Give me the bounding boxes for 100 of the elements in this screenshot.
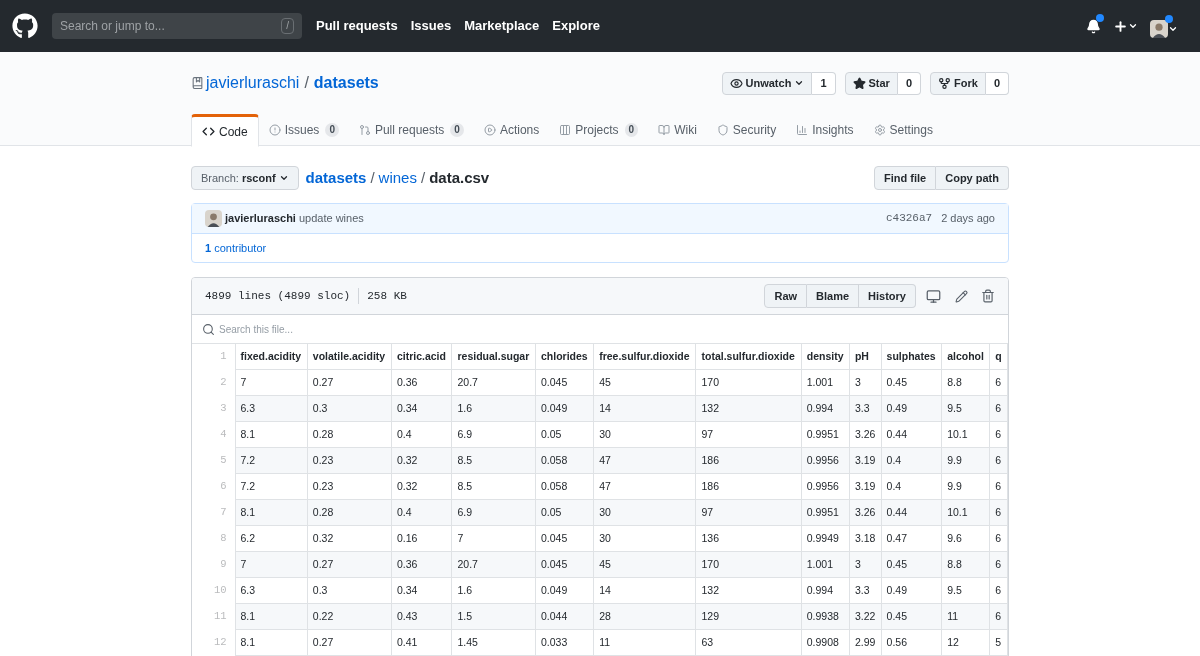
file-line-count: 4899 lines (4899 sloc) — [205, 288, 351, 304]
breadcrumb-link[interactable]: wines — [378, 166, 417, 190]
edit-icon[interactable] — [955, 289, 968, 303]
contributors-link[interactable]: 1 contributor — [205, 239, 267, 257]
star-icon — [852, 76, 866, 90]
nav-link[interactable]: Explore — [552, 16, 600, 36]
path-separator: / — [370, 167, 375, 188]
table-cell: 5 — [989, 629, 1008, 656]
column-header: chlorides — [535, 343, 594, 370]
repo-tab[interactable]: Wiki — [648, 114, 707, 146]
bell-icon — [1086, 18, 1101, 34]
file-search-field[interactable]: Search this file... — [192, 315, 1008, 343]
table-cell: 0.05 — [535, 421, 594, 448]
commit-author-link[interactable]: javierluraschi — [225, 210, 296, 227]
column-header: citric.acid — [391, 343, 452, 370]
table-cell: 0.058 — [535, 473, 594, 500]
table-cell: 0.049 — [535, 395, 594, 422]
table-cell: 3.3 — [849, 395, 882, 422]
column-header: alcohol — [941, 343, 990, 370]
branch-select[interactable]: Branch: rsconf — [191, 166, 299, 190]
book-icon — [658, 124, 671, 136]
commit-sha-link[interactable]: c4326a7 — [885, 210, 933, 227]
column-header: volatile.acidity — [307, 343, 392, 370]
repo-tab[interactable]: Actions — [473, 114, 550, 146]
table-cell: 9.9 — [941, 447, 990, 474]
table-cell: 0.058 — [535, 447, 594, 474]
table-cell: 0.23 — [307, 473, 392, 500]
table-cell: 11 — [593, 629, 696, 656]
breadcrumb-link[interactable]: datasets — [305, 166, 367, 190]
repo-tab[interactable]: Issues 0 — [258, 114, 349, 146]
profile-menu-button[interactable] — [1150, 14, 1178, 38]
repo-tab[interactable]: Pull requests 0 — [348, 114, 474, 146]
nav-link[interactable]: Pull requests — [316, 16, 398, 36]
table-cell: 0.28 — [307, 499, 392, 526]
count-link[interactable]: 0 — [985, 71, 1009, 95]
count-link[interactable]: 1 — [812, 71, 836, 95]
create-menu-button[interactable] — [1113, 18, 1138, 34]
table-cell: 6 — [989, 603, 1008, 630]
logo-icon[interactable] — [12, 13, 38, 39]
nav-link[interactable]: Marketplace — [464, 16, 540, 36]
plus-icon — [1113, 18, 1128, 34]
table-cell: 9.5 — [941, 395, 990, 422]
table-cell: 97 — [696, 499, 802, 526]
table-cell: 0.41 — [391, 629, 452, 656]
table-cell: 0.045 — [535, 551, 594, 578]
table-cell: 6.2 — [235, 525, 308, 552]
table-cell: 10.1 — [941, 499, 990, 526]
table-cell: 0.34 — [391, 395, 452, 422]
shield-icon — [716, 124, 729, 136]
count-badge: 0 — [325, 123, 339, 137]
file-view-button[interactable]: History — [859, 284, 916, 308]
table-cell: 0.44 — [881, 499, 942, 526]
table-cell: 0.45 — [881, 369, 942, 396]
nav-link[interactable]: Issues — [410, 16, 452, 36]
table-cell: 2.99 — [849, 629, 882, 656]
avatar — [205, 210, 222, 227]
table-cell: 30 — [593, 525, 696, 552]
table-cell: 1.5 — [451, 603, 536, 630]
table-cell: 0.16 — [391, 525, 452, 552]
repo-action-button[interactable]: Star — [844, 71, 898, 95]
file-name: data.csv — [429, 167, 490, 188]
table-cell: 132 — [696, 577, 802, 604]
file-view-button[interactable]: Blame — [807, 284, 860, 308]
table-cell: 0.27 — [307, 629, 392, 656]
table-cell: 8.5 — [451, 473, 536, 500]
repo-tab[interactable]: Code — [191, 114, 259, 147]
table-cell: 28 — [593, 603, 696, 630]
table-cell: 6 — [989, 447, 1008, 474]
repo-tab[interactable]: Settings — [863, 114, 943, 146]
column-header: residual.sugar — [451, 343, 536, 370]
repo-action-button[interactable]: Fork — [930, 71, 986, 95]
pull-request-icon — [358, 124, 371, 136]
table-cell: 20.7 — [451, 369, 536, 396]
table-cell: 30 — [593, 499, 696, 526]
eye-icon — [729, 76, 743, 90]
file-action-button[interactable]: Copy path — [936, 166, 1009, 190]
column-header: sulphates — [881, 343, 942, 370]
delete-icon[interactable] — [981, 289, 995, 303]
commit-message-link[interactable]: update wines — [298, 210, 364, 227]
repo-name-link[interactable]: datasets — [313, 71, 379, 95]
table-cell: 6 — [989, 499, 1008, 526]
table-cell: 6.9 — [451, 421, 536, 448]
table-cell: 6 — [989, 525, 1008, 552]
table-cell: 7 — [235, 369, 308, 396]
repo-tab[interactable]: Security — [706, 114, 787, 146]
repo-tab[interactable]: Insights — [786, 114, 864, 146]
table-cell: 3 — [849, 369, 882, 396]
table-cell: 0.4 — [881, 447, 942, 474]
file-view-button[interactable]: Raw — [764, 284, 808, 308]
table-cell: 3.26 — [849, 499, 882, 526]
count-link[interactable]: 0 — [897, 71, 922, 95]
owner-link[interactable]: javierluraschi — [206, 71, 300, 95]
repo-action-button[interactable]: Unwatch — [721, 71, 813, 95]
repo-tab[interactable]: Projects 0 — [549, 114, 649, 146]
table-cell: 0.049 — [535, 577, 594, 604]
table-cell: 1.6 — [451, 577, 536, 604]
table-cell: 6 — [989, 473, 1008, 500]
desktop-icon[interactable] — [926, 288, 941, 304]
file-action-button[interactable]: Find file — [874, 166, 937, 190]
table-cell: 47 — [593, 447, 696, 474]
